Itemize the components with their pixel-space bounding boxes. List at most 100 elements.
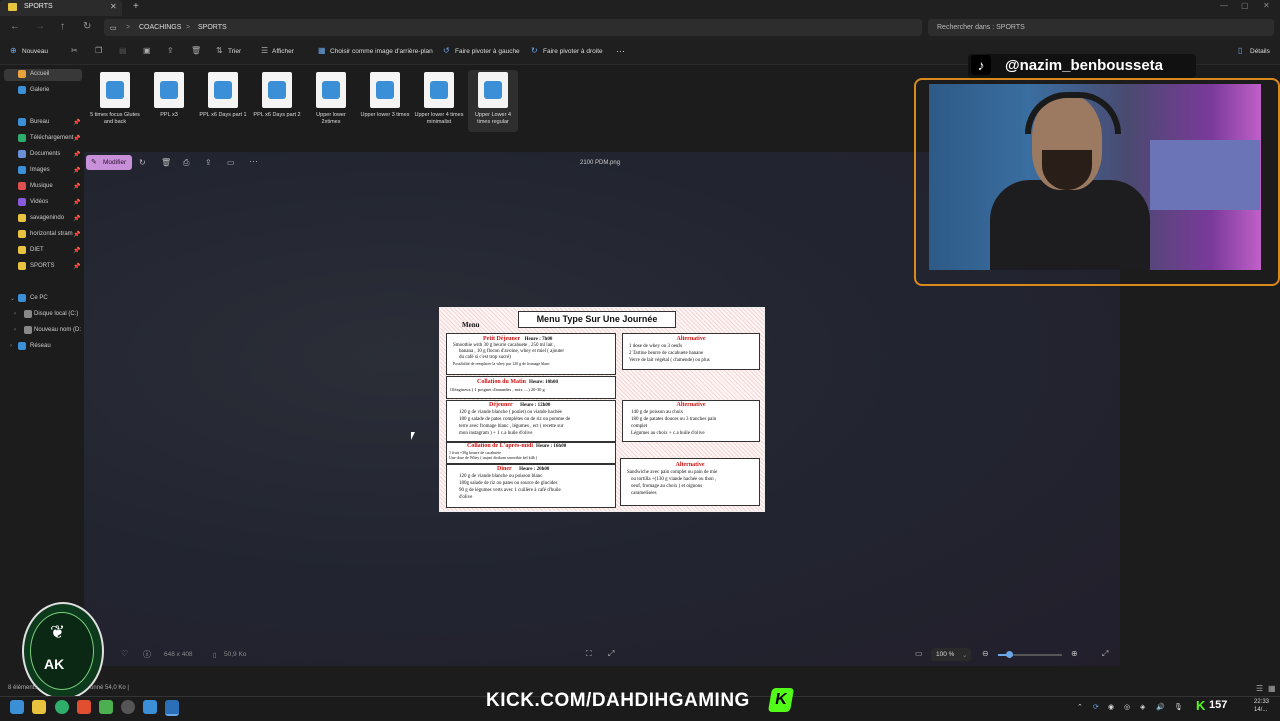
info-icon[interactable]: ⓘ [143,649,151,660]
new-button[interactable]: Nouveau [22,48,48,55]
fit-icon[interactable]: ⛶ [586,649,592,659]
sidebar-item-ce-pc[interactable]: ⌄ Ce PC [4,293,82,305]
file-item-selected[interactable]: Upper Lower 4 times regular [468,70,518,132]
sidebar-item-disque-c[interactable]: › Disque local (C:) [4,309,82,321]
up-icon[interactable]: ↑ [60,21,65,32]
back-icon[interactable]: ← [10,21,20,32]
clock-date: 14/... [1254,707,1268,713]
set-background-button[interactable]: Choisir comme image d'arrière-plan [330,48,433,55]
sidebar-item-galerie[interactable]: Galerie [4,85,82,97]
sidebar-item-horizontal-stram[interactable]: horizontal stram 📌 [4,229,82,241]
sidebar-item-bureau[interactable]: Bureau 📌 [4,117,82,129]
sidebar-item-images[interactable]: Images 📌 [4,165,82,177]
chevron-right-icon[interactable]: › [14,311,16,317]
rename-icon[interactable]: ▣ [143,46,151,55]
favorite-icon[interactable]: ♡ [121,649,128,658]
copy-icon[interactable]: ❐ [95,46,102,55]
breadcrumb-coachings[interactable]: COACHINGS [139,24,181,31]
new-tab-button[interactable]: + [133,1,139,12]
brave-icon[interactable] [77,700,91,714]
file-item[interactable]: Upper lower 4 times minimalist [414,70,464,132]
tray-app-icon[interactable]: ◎ [1124,703,1130,711]
slideshow-icon[interactable]: ▭ [227,158,235,167]
forward-icon[interactable]: → [35,21,45,32]
print-icon[interactable]: ⎙ [183,158,189,168]
chevron-right-icon[interactable]: › [14,327,16,333]
file-item[interactable]: PPL x6 Days part 1 [198,70,248,132]
zoom-in-icon[interactable]: ⊕ [1071,649,1078,658]
zoom-slider-thumb[interactable] [1006,651,1013,658]
rotate-right-button[interactable]: Faire pivoter à droite [543,48,603,55]
sidebar-item-sports[interactable]: SPORTS 📌 [4,261,82,273]
more-icon[interactable]: ··· [249,156,258,166]
sidebar-item-videos[interactable]: Vidéos 📌 [4,197,82,209]
breakfast-time: Heure : 7h00 [524,337,553,342]
sidebar-item-musique[interactable]: Musique 📌 [4,181,82,193]
file-item[interactable]: PPL x6 Days part 2 [252,70,302,132]
details-button[interactable]: Détails [1250,48,1270,55]
sync-icon[interactable]: ⟳ [1093,703,1099,711]
network-tray-icon[interactable]: ◈ [1140,703,1145,711]
file-item[interactable]: Upper lower 3 times [360,70,410,132]
image-file-icon [262,72,292,108]
close-window-button[interactable]: ✕ [1263,1,1270,10]
minimize-button[interactable]: — [1220,1,1228,10]
folder-icon [18,246,26,254]
expand-chevron-icon[interactable]: ⌄ [10,295,15,302]
actual-size-icon[interactable]: ⤢ [608,649,614,659]
tab-sports[interactable] [0,0,122,16]
breadcrumb-sports[interactable]: SPORTS [198,24,227,31]
delete-icon[interactable]: 🗑 [191,46,201,55]
chevron-right-icon[interactable]: › [10,343,12,349]
sidebar-item-savagenindo[interactable]: savagenindo 📌 [4,213,82,225]
title-bar [0,0,1280,16]
dinner-title: Diner [497,466,512,472]
sidebar-item-telechargement[interactable]: Téléchargement 📌 [4,133,82,145]
refresh-icon[interactable]: ↻ [83,21,91,32]
file-item[interactable]: PPL x3 [144,70,194,132]
steam-icon[interactable]: ◉ [1108,703,1114,711]
tray-chevron-icon[interactable]: ⌃ [1077,703,1083,711]
image-dimensions: 648 x 408 [164,651,193,658]
file-item[interactable]: 5 times focus Glutes and back [90,70,140,132]
maximize-button[interactable]: ▢ [1241,1,1249,10]
app-icon[interactable] [121,700,135,714]
webcam-background [1150,140,1260,210]
list-view-icon[interactable]: ☰ [1256,684,1263,693]
sidebar-item-accueil[interactable]: Accueil [4,69,82,81]
share-icon[interactable]: ⇪ [167,46,174,55]
sidebar-item-reseau[interactable]: › Réseau [4,341,82,353]
volume-icon[interactable]: 🔊 [1156,703,1165,711]
dinner-line: 120 g de viande blanche ou poisson blanc [459,474,543,479]
rotate-left-button[interactable]: Faire pivoter à gauche [455,48,520,55]
sidebar-item-nouveau-nom[interactable]: › Nouveau nom (D: [4,325,82,337]
view-button[interactable]: Afficher [272,48,294,55]
mic-icon[interactable]: 🎙 [1174,703,1183,711]
delete-icon[interactable]: 🗑 [161,158,171,167]
fullscreen-icon[interactable]: ⤢ [1102,649,1108,659]
close-tab-icon[interactable]: ✕ [110,2,117,11]
grid-view-icon[interactable]: ▦ [1268,684,1276,693]
file-explorer-icon[interactable] [32,700,46,714]
sidebar-item-documents[interactable]: Documents 📌 [4,149,82,161]
notepad-icon[interactable] [143,700,157,714]
sidebar-item-diet[interactable]: DIET 📌 [4,245,82,257]
more-options-button[interactable]: ··· [616,46,625,56]
breakfast-box: Petit Déjeuner Heure : 7h00 Smoothie wit… [446,333,616,375]
start-icon[interactable] [10,700,24,714]
share-icon[interactable]: ⇪ [205,158,212,167]
app-icon[interactable] [99,700,113,714]
network-icon [18,342,26,350]
rotate-icon[interactable]: ↻ [139,158,146,167]
aspect-icon[interactable]: ▭ [915,649,923,658]
pin-icon: 📌 [73,184,81,190]
file-item[interactable]: Upper lower 2xtimes [306,70,356,132]
sort-button[interactable]: Trier [228,48,241,55]
zoom-out-icon[interactable]: ⊖ [982,649,989,658]
paste-icon[interactable]: ▤ [119,46,127,55]
folder-icon [18,230,26,238]
photos-icon[interactable] [165,700,179,716]
chrome-icon[interactable] [55,700,69,714]
alt3-line: Sandwiche avec pain complet ou pain de m… [627,470,718,475]
cut-icon[interactable]: ✂ [71,46,78,55]
